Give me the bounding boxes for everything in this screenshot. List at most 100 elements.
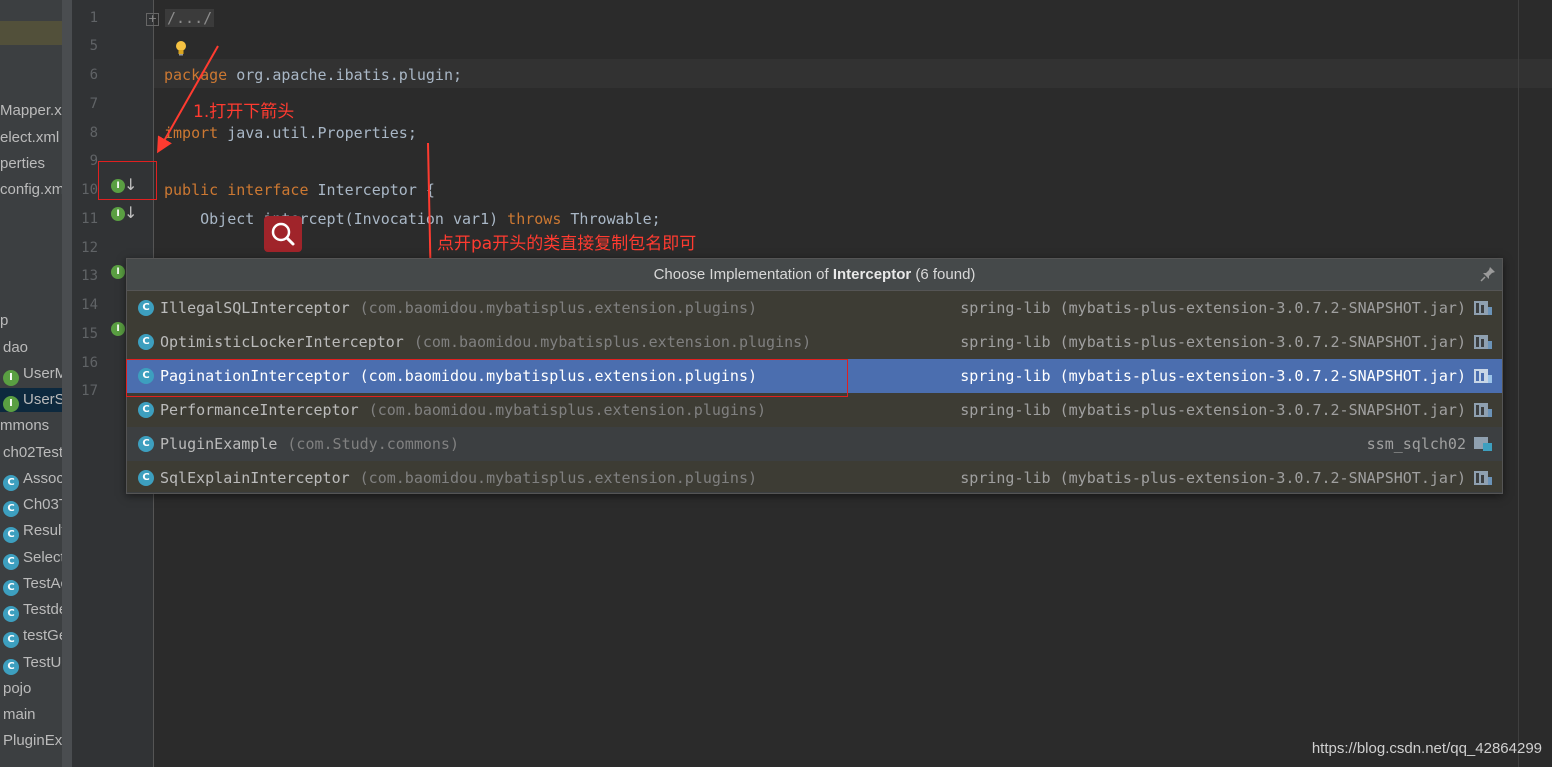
right-margin-guide [1518,0,1519,767]
keyword: public [164,181,219,199]
implementation-row[interactable]: C PerformanceInterceptor (com.baomidou.my… [127,393,1502,427]
library-icon [1474,369,1492,383]
tree-item-label: p [0,312,9,329]
tree-item[interactable]: elect.xml [0,126,59,150]
tree-item[interactable]: C Ch03T [3,493,68,517]
keyword: throws [507,210,562,228]
annotation-step1: 1.打开下箭头 [193,102,295,122]
line-number: 5 [89,38,98,54]
class-icon: C [138,300,154,316]
tree-item-label: pojo [3,680,32,697]
tree-item[interactable]: C Testde [3,598,67,622]
tree-item[interactable]: PluginExa [3,729,71,753]
class-icon: C [138,436,154,452]
line-number: 16 [81,355,98,371]
package-name: (com.baomidou.mybatisplus.extension.plug… [359,299,758,317]
line-number: 8 [89,125,98,141]
code-text: Throwable; [561,210,661,228]
tree-item[interactable]: C TestUp [3,651,70,675]
tree-item[interactable]: C Result [3,519,66,543]
tree-item[interactable]: CtestGe [3,624,67,648]
keyword: interface [227,181,309,199]
tree-item-label: Testde [23,601,68,618]
popup-title-interface: Interceptor [832,266,912,283]
class-icon: C [3,475,19,491]
line-number: 14 [81,297,98,313]
implementation-row[interactable]: C PluginExample (com.Study.commons) ssm_s… [127,427,1502,461]
tree-item[interactable]: main [3,703,36,727]
code-line-8[interactable]: import java.util.Properties; [164,119,417,147]
interface-icon: I [3,396,19,412]
tree-item[interactable]: ch02Test [3,441,63,465]
implementation-row[interactable]: C IllegalSQLInterceptor (com.baomidou.myb… [127,291,1502,325]
code-text: java.util.Properties; [218,124,417,142]
code-line-1[interactable]: + /.../ [146,4,215,32]
library-location: spring-lib (mybatis-plus-extension-3.0.7… [960,333,1466,351]
folded-region[interactable]: /.../ [165,9,215,27]
class-name: PluginExample [160,435,278,453]
tree-item[interactable]: p [0,309,8,333]
implemented-method-icon[interactable]: I [111,265,125,279]
tree-item-label: dao [3,339,29,356]
panel-divider[interactable] [62,0,72,767]
code-line-6[interactable]: package org.apache.ibatis.plugin; [164,61,462,89]
class-icon: C [3,580,19,596]
line-number: 7 [89,96,98,112]
package-name: (com.Study.commons) [287,435,459,453]
implementation-row[interactable]: C SqlExplainInterceptor (com.baomidou.myb… [127,461,1502,492]
library-icon [1474,335,1492,349]
implementation-row[interactable]: C OptimisticLockerInterceptor (com.baomid… [127,325,1502,359]
library-icon [1474,471,1492,485]
package-name: (com.baomidou.mybatisplus.extension.plug… [413,333,812,351]
popup-title-prefix: Choose Implementation of [653,266,833,283]
line-number: 1 [89,10,98,26]
pin-icon[interactable] [1480,266,1496,282]
class-name: SqlExplainInterceptor [160,469,350,487]
tree-item-label: UserM [23,365,68,382]
code-line-10[interactable]: public interface Interceptor { [164,176,435,204]
keyword: package [164,66,228,84]
annotation-step2: 点开pa开头的类直接复制包名即可 [437,234,697,254]
tree-item[interactable]: config.xm [0,178,64,202]
module-location: ssm_sqlch02 [1366,435,1466,453]
tree-item[interactable]: C TestAc [3,572,68,596]
fold-expand-icon[interactable]: + [146,13,159,26]
tree-item-label: ch02Test [3,444,64,461]
watermark: https://blog.csdn.net/qq_42864299 [1311,740,1542,757]
class-icon: C [138,470,154,486]
line-number: 17 [81,383,98,399]
tree-item[interactable]: pojo [3,677,31,701]
tree-item[interactable]: perties [0,152,45,176]
class-name: PerformanceInterceptor [160,401,359,419]
popup-title: Choose Implementation of Interceptor (6 … [127,259,1502,291]
tree-item-label: Result [23,522,66,539]
class-icon: C [3,501,19,517]
lightbulb-icon[interactable] [174,40,188,56]
class-name: IllegalSQLInterceptor [160,299,350,317]
tree-item-label: PluginExa [3,732,71,749]
code-text: org.apache.ibatis.plugin; [227,66,463,84]
class-icon: C [3,554,19,570]
class-icon: C [3,527,19,543]
implemented-method-icon[interactable]: I [111,207,125,221]
line-number: 11 [81,211,98,227]
class-icon: C [3,659,19,675]
library-location: spring-lib (mybatis-plus-extension-3.0.7… [960,367,1466,385]
class-icon: C [3,606,19,622]
tree-item-label: Select [23,549,65,566]
tree-item-label: testGe [23,627,68,644]
package-name: (com.baomidou.mybatisplus.extension.plug… [359,469,758,487]
search-icon[interactable] [264,216,302,252]
line-number: 6 [89,67,98,83]
arrow-down-icon[interactable]: ↓ [124,204,137,224]
highlight-box-selected-row [126,359,848,397]
tree-item[interactable]: dao [3,336,28,360]
implemented-method-icon[interactable]: I [111,322,125,336]
tree-item[interactable]: mmons [0,414,49,438]
tree-item-label: config.xm [0,181,65,198]
tree-item[interactable]: C Select [3,546,65,570]
tree-item[interactable]: C Associ [3,467,67,491]
library-location: spring-lib (mybatis-plus-extension-3.0.7… [960,299,1466,317]
tree-item[interactable]: I UserM [3,362,67,386]
tree-item-label: Associ [23,470,68,487]
